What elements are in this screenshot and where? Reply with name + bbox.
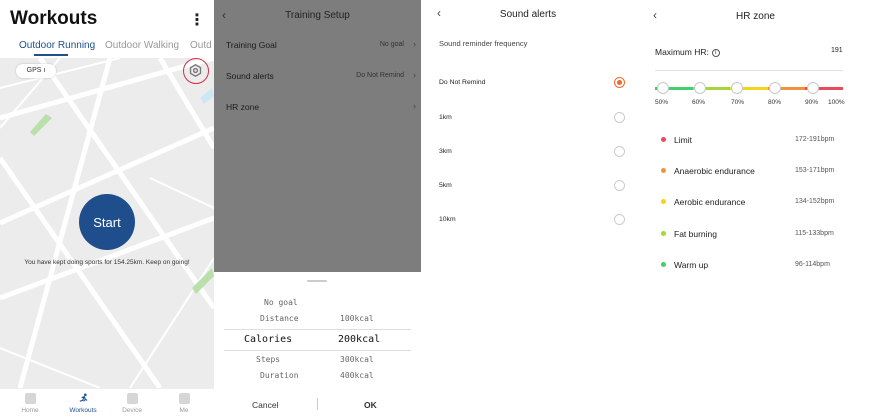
watch-icon <box>126 393 138 404</box>
zone-name: Aerobic endurance <box>674 197 746 207</box>
more-menu-icon[interactable]: ⋮ <box>189 10 205 30</box>
button-divider <box>317 398 318 410</box>
nav-label: Home <box>21 407 39 414</box>
zone-range: 172-191bpm <box>795 136 835 143</box>
active-tab-indicator <box>34 54 68 56</box>
workouts-screen: Workouts ⋮ Outdoor Running Outdoor Walki… <box>0 0 214 420</box>
sound-alerts-screen: ‹ Sound alerts Sound reminder frequency … <box>421 0 635 420</box>
tab-outdoor-running[interactable]: Outdoor Running <box>19 40 95 51</box>
page-title: Training Setup <box>285 10 350 21</box>
max-hr-text: Maximum HR: <box>655 47 709 57</box>
radio-selected[interactable] <box>614 77 625 88</box>
zone-name: Warm up <box>674 260 709 270</box>
hr-zone-screen: ‹ HR zone Maximum HR: i 191 50% 60% 70% 8… <box>635 0 876 420</box>
option-5km[interactable]: 5km <box>439 182 452 189</box>
cancel-button[interactable]: Cancel <box>252 400 278 410</box>
zone-dot <box>661 262 666 267</box>
chevron-right-icon: › <box>413 70 416 80</box>
zone-slider-handle[interactable] <box>731 82 743 94</box>
percent-mark: 80% <box>768 99 782 106</box>
picker-value[interactable]: 100kcal <box>340 314 374 323</box>
tab-outdoor-walking[interactable]: Outdoor Walking <box>105 40 179 51</box>
tab-outdoor-cycling[interactable]: Outd <box>190 40 212 51</box>
info-icon[interactable]: i <box>711 49 720 57</box>
zone-dot <box>661 168 666 173</box>
percent-mark: 60% <box>692 99 706 106</box>
ok-button[interactable]: OK <box>364 400 377 410</box>
zone-range: 134-152bpm <box>795 198 835 205</box>
gps-status: GPS ı <box>16 64 56 78</box>
picker-option[interactable]: No goal <box>264 298 298 307</box>
row-training-goal[interactable]: Training Goal No goal › <box>226 39 416 54</box>
page-title: HR zone <box>736 11 775 22</box>
zone-name: Fat burning <box>674 229 717 239</box>
picker-selected-option[interactable]: Calories <box>244 334 292 345</box>
picker-selected-value[interactable]: 200kcal <box>338 334 380 345</box>
option-10km[interactable]: 10km <box>439 216 456 223</box>
zone-slider-handle[interactable] <box>657 82 669 94</box>
picker-option[interactable]: Duration <box>260 371 299 378</box>
picker-value[interactable]: 400kcal <box>340 371 374 378</box>
nav-workouts[interactable]: Workouts <box>63 393 103 414</box>
percent-mark: 90% <box>805 99 819 106</box>
nav-label: Device <box>122 407 142 414</box>
radio-button[interactable] <box>614 146 625 157</box>
picker-divider <box>224 350 411 351</box>
option-do-not-remind[interactable]: Do Not Remind <box>439 79 485 86</box>
radio-button[interactable] <box>614 214 625 225</box>
zone-range: 153-171bpm <box>795 167 835 174</box>
picker-divider <box>224 329 411 330</box>
row-value: No goal <box>379 41 404 48</box>
zone-range: 115-133bpm <box>795 230 834 237</box>
page-title: Workouts <box>10 8 98 29</box>
zone-range: 96-114bpm <box>795 261 830 268</box>
option-1km[interactable]: 1km <box>439 114 452 121</box>
percent-mark: 50% <box>655 99 669 106</box>
gear-icon <box>189 63 202 78</box>
zone-name: Anaerobic endurance <box>674 166 755 176</box>
zone-slider-handle[interactable] <box>694 82 706 94</box>
radio-button[interactable] <box>614 180 625 191</box>
page-title: Sound alerts <box>499 9 557 20</box>
option-3km[interactable]: 3km <box>439 148 452 155</box>
picker-option[interactable]: Steps <box>256 355 280 364</box>
row-hr-zone[interactable]: HR zone › <box>226 101 416 116</box>
nav-label: Workouts <box>69 407 97 414</box>
zone-slider-handle[interactable] <box>769 82 781 94</box>
total-distance-text: You have kept doing sports for 154.25km.… <box>24 259 190 266</box>
person-icon <box>178 393 190 404</box>
start-button[interactable]: Start <box>79 194 135 250</box>
nav-label: Me <box>179 407 189 414</box>
picker-option[interactable]: Distance <box>260 314 299 323</box>
row-label: HR zone <box>226 102 260 112</box>
zone-dot <box>661 231 666 236</box>
sheet-handle[interactable] <box>307 280 327 282</box>
chevron-right-icon: › <box>413 101 416 111</box>
chevron-right-icon: › <box>413 39 416 49</box>
nav-home[interactable]: Home <box>10 393 50 414</box>
radio-button[interactable] <box>614 112 625 123</box>
section-subtitle: Sound reminder frequency <box>439 39 528 48</box>
picker-value[interactable]: 300kcal <box>340 355 374 364</box>
divider <box>655 70 843 71</box>
percent-mark: 70% <box>731 99 745 106</box>
row-sound-alerts[interactable]: Sound alerts Do Not Remind › <box>226 70 416 85</box>
zone-slider-handle[interactable] <box>807 82 819 94</box>
nav-device[interactable]: Device <box>112 393 152 414</box>
zone-name: Limit <box>674 135 692 145</box>
home-icon <box>24 393 36 404</box>
nav-me[interactable]: Me <box>164 393 204 414</box>
zone-dot <box>661 137 666 142</box>
row-value: Do Not Remind <box>356 72 404 79</box>
bottom-nav: Home Workouts Device Me <box>0 388 214 420</box>
percent-mark: 100% <box>828 99 845 106</box>
zone-dot <box>661 199 666 204</box>
max-hr-label: Maximum HR: i <box>655 47 720 57</box>
max-hr-value[interactable]: 191 <box>831 47 843 54</box>
training-setup-screen: ‹ Training Setup Training Goal No goal ›… <box>214 0 421 420</box>
settings-button[interactable] <box>183 58 209 84</box>
row-label: Training Goal <box>226 40 277 50</box>
running-icon <box>78 393 89 404</box>
row-label: Sound alerts <box>226 71 274 81</box>
